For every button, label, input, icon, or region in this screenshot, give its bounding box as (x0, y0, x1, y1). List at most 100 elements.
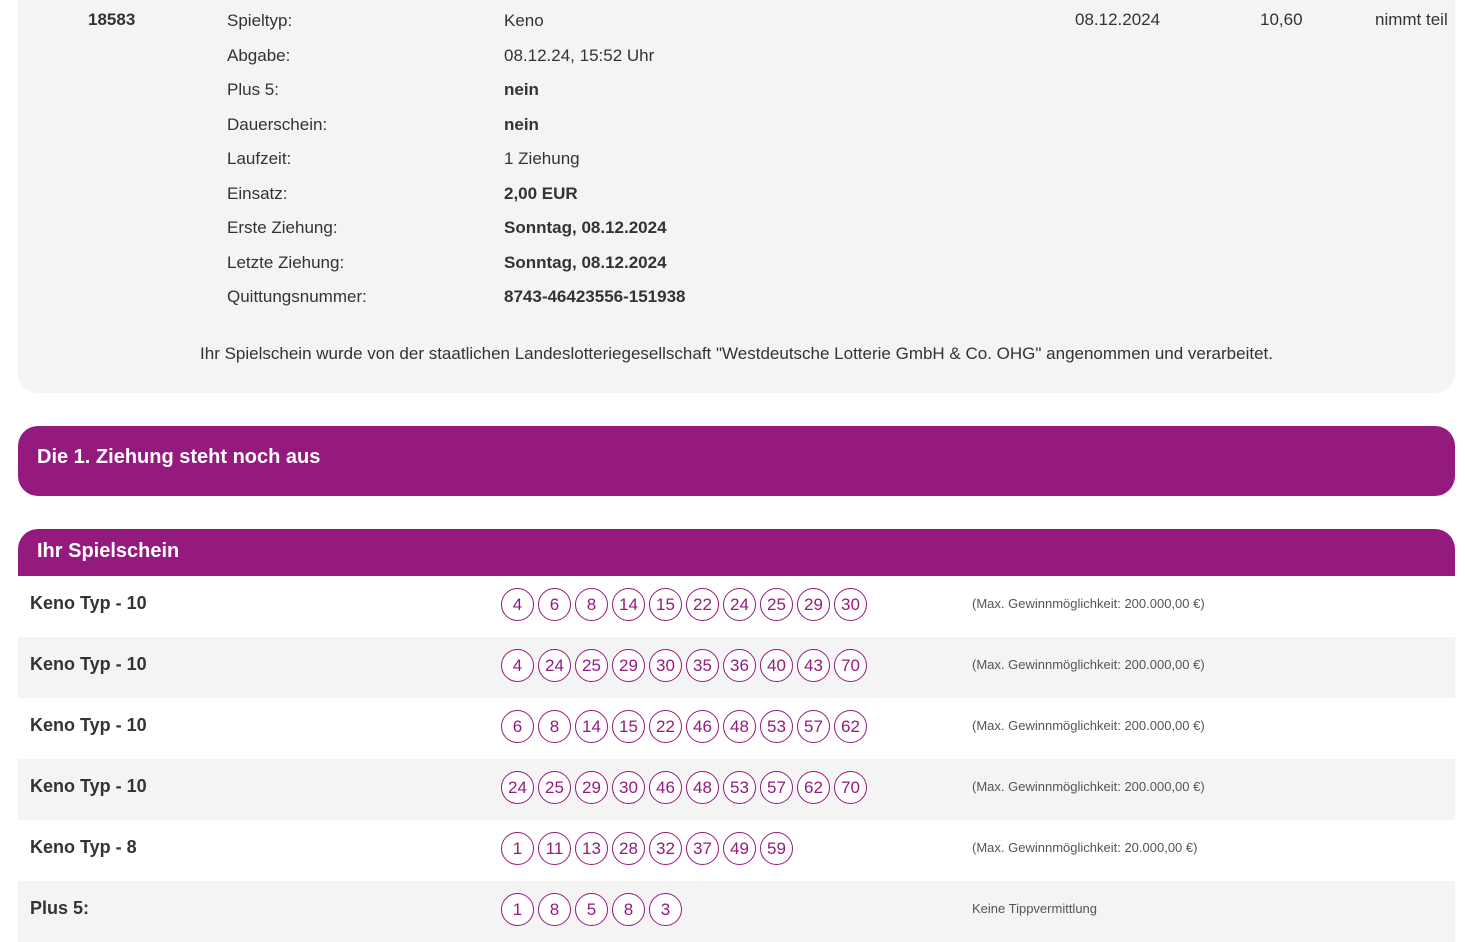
slip-row: Keno Typ - 10 4 6 8 14 15 22 24 25 29 30 (Max. Gewi… (18, 576, 1455, 637)
number-ball: 8 (575, 588, 608, 621)
number-ball: 4 (501, 588, 534, 621)
detail-row-game-type: Spieltyp: Keno (227, 11, 927, 35)
row-note: (Max. Gewinnmöglichkeit: 200.000,00 €) (972, 718, 1205, 733)
draw-status-banner: Die 1. Ziehung steht noch aus (18, 426, 1455, 496)
number-balls: 1 11 13 28 32 37 49 59 (501, 832, 793, 865)
number-ball: 5 (575, 893, 608, 926)
number-ball: 62 (797, 771, 830, 804)
number-ball: 37 (686, 832, 719, 865)
number-ball: 24 (501, 771, 534, 804)
detail-row-receipt: Quittungsnummer: 8743-46423556-151938 (227, 287, 927, 311)
slip-row: Plus 5: 1 8 5 8 3 Keine Tippvermittlung (18, 881, 1455, 942)
row-note: Keine Tippvermittlung (972, 901, 1098, 916)
slip-title: Ihr Spielschein (37, 540, 180, 562)
number-ball: 29 (612, 649, 645, 682)
number-ball: 53 (760, 710, 793, 743)
number-ball: 62 (834, 710, 867, 743)
detail-row-last-draw: Letzte Ziehung: Sonntag, 08.12.2024 (227, 253, 927, 277)
draw-status-text: Die 1. Ziehung steht noch aus (37, 446, 321, 468)
number-ball: 29 (575, 771, 608, 804)
number-ball: 25 (538, 771, 571, 804)
number-ball: 48 (723, 710, 756, 743)
detail-label: Abgabe: (227, 46, 291, 65)
row-label: Keno Typ - 10 (30, 776, 147, 796)
detail-label: Letzte Ziehung: (227, 253, 345, 272)
row-note: (Max. Gewinnmöglichkeit: 20.000,00 €) (972, 840, 1198, 855)
number-ball: 22 (649, 710, 682, 743)
detail-label: Quittungsnummer: (227, 287, 367, 306)
slip-header: Ihr Spielschein (18, 529, 1455, 576)
number-ball: 8 (538, 710, 571, 743)
detail-row-stake: Einsatz: 2,00 EUR (227, 184, 927, 208)
detail-label: Laufzeit: (227, 149, 292, 168)
detail-value: 1 Ziehung (504, 149, 580, 168)
detail-row-first-draw: Erste Ziehung: Sonntag, 08.12.2024 (227, 218, 927, 242)
detail-label: Spieltyp: (227, 11, 293, 30)
slip-row: Keno Typ - 8 1 11 13 28 32 37 49 59 (Max. Gewinnm… (18, 820, 1455, 881)
number-ball: 59 (760, 832, 793, 865)
detail-row-duration: Laufzeit: 1 Ziehung (227, 149, 927, 173)
slip-row: Keno Typ - 10 24 25 29 30 46 48 53 57 62 70 (Max. G… (18, 759, 1455, 820)
number-ball: 57 (760, 771, 793, 804)
detail-label: Erste Ziehung: (227, 218, 338, 237)
ticket-id: 18583 (88, 10, 136, 29)
row-label: Plus 5: (30, 898, 90, 918)
detail-row-plus5: Plus 5: nein (227, 80, 927, 104)
row-note: (Max. Gewinnmöglichkeit: 200.000,00 €) (972, 657, 1205, 672)
number-ball: 70 (834, 771, 867, 804)
ticket-date: 08.12.2024 (1075, 10, 1161, 29)
acceptance-notice: Ihr Spielschein wurde von der staatliche… (200, 344, 1273, 363)
number-ball: 30 (612, 771, 645, 804)
number-ball: 28 (612, 832, 645, 865)
number-ball: 70 (834, 649, 867, 682)
number-ball: 35 (686, 649, 719, 682)
detail-value: 8743-46423556-151938 (504, 287, 686, 306)
row-note: (Max. Gewinnmöglichkeit: 200.000,00 €) (972, 779, 1205, 794)
number-ball: 15 (612, 710, 645, 743)
detail-value: 2,00 EUR (504, 184, 578, 203)
number-ball: 1 (501, 893, 534, 926)
number-ball: 6 (501, 710, 534, 743)
row-label: Keno Typ - 10 (30, 593, 147, 613)
number-ball: 25 (575, 649, 608, 682)
number-ball: 36 (723, 649, 756, 682)
row-label: Keno Typ - 10 (30, 715, 147, 735)
number-ball: 24 (723, 588, 756, 621)
ticket-card: 18583 08.12.2024 10,60 nimmt teil Spielt… (18, 0, 1455, 393)
number-balls: 24 25 29 30 46 48 53 57 62 70 (501, 771, 867, 804)
detail-label: Plus 5: (227, 80, 279, 99)
row-label: Keno Typ - 8 (30, 837, 137, 857)
row-label: Keno Typ - 10 (30, 654, 147, 674)
number-ball: 49 (723, 832, 756, 865)
detail-row-submission: Abgabe: 08.12.24, 15:52 Uhr (227, 46, 927, 70)
number-ball: 11 (538, 832, 571, 865)
number-ball: 29 (797, 588, 830, 621)
number-ball: 8 (538, 893, 571, 926)
number-ball: 15 (649, 588, 682, 621)
number-ball: 30 (834, 588, 867, 621)
detail-value: nein (504, 115, 539, 134)
number-ball: 14 (612, 588, 645, 621)
ticket-amount: 10,60 (1260, 10, 1303, 29)
detail-value: Keno (504, 11, 544, 30)
number-ball: 24 (538, 649, 571, 682)
detail-value: Sonntag, 08.12.2024 (504, 253, 667, 272)
detail-value: 08.12.24, 15:52 Uhr (504, 46, 655, 65)
number-ball: 1 (501, 832, 534, 865)
number-ball: 57 (797, 710, 830, 743)
number-ball: 48 (686, 771, 719, 804)
number-ball: 43 (797, 649, 830, 682)
number-balls: 6 8 14 15 22 46 48 53 57 62 (501, 710, 867, 743)
detail-value: Sonntag, 08.12.2024 (504, 218, 667, 237)
number-ball: 30 (649, 649, 682, 682)
number-balls: 4 24 25 29 30 35 36 40 43 70 (501, 649, 867, 682)
slip-rows: Keno Typ - 10 4 6 8 14 15 22 24 25 29 30 (Max. Gewi… (18, 576, 1455, 942)
detail-label: Einsatz: (227, 184, 288, 203)
number-ball: 6 (538, 588, 571, 621)
slip-row: Keno Typ - 10 4 24 25 29 30 35 36 40 43 70 (Max. Ge… (18, 637, 1455, 698)
detail-value: nein (504, 80, 539, 99)
number-balls: 4 6 8 14 15 22 24 25 29 30 (501, 588, 867, 621)
detail-label: Dauerschein: (227, 115, 328, 134)
number-ball: 22 (686, 588, 719, 621)
number-ball: 14 (575, 710, 608, 743)
